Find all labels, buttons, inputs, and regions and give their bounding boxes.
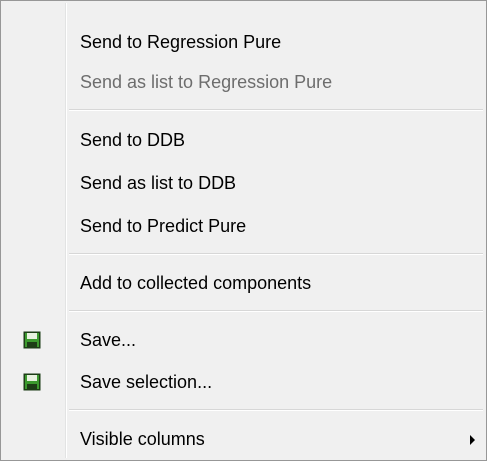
menu-item-save[interactable]: Save... xyxy=(4,322,483,358)
menu-separator xyxy=(69,409,483,411)
menu-separator xyxy=(69,109,483,111)
menu-item-label: Save selection... xyxy=(80,372,213,392)
menu-item-add-to-collected-components[interactable]: Add to collected components xyxy=(4,265,483,301)
menu-item-send-to-ddb[interactable]: Send to DDB xyxy=(4,122,483,158)
menu-item-label: Send to DDB xyxy=(80,130,186,150)
menu-item-save-selection[interactable]: Save selection... xyxy=(4,364,483,400)
context-menu: Send to Regression Pure Send as list to … xyxy=(0,0,487,461)
menu-separator xyxy=(69,310,483,312)
menu-item-label: Send to Regression Pure xyxy=(80,32,282,52)
menu-item-label: Send as list to DDB xyxy=(80,173,237,193)
menu-item-label: Send to Predict Pure xyxy=(80,216,247,236)
menu-item-send-to-regression-pure[interactable]: Send to Regression Pure xyxy=(4,24,483,60)
submenu-arrow-icon xyxy=(470,435,475,445)
menu-item-send-as-list-to-regression-pure: Send as list to Regression Pure xyxy=(4,64,483,100)
menu-item-label: Send as list to Regression Pure xyxy=(80,72,333,92)
menu-separator xyxy=(69,253,483,255)
menu-item-label: Visible columns xyxy=(80,429,205,449)
menu-item-send-to-predict-pure[interactable]: Send to Predict Pure xyxy=(4,208,483,244)
menu-item-label: Save... xyxy=(80,330,137,350)
menu-item-send-as-list-to-ddb[interactable]: Send as list to DDB xyxy=(4,165,483,201)
floppy-disk-icon xyxy=(23,331,41,349)
menu-item-label: Add to collected components xyxy=(80,273,312,293)
menu-item-visible-columns[interactable]: Visible columns xyxy=(4,421,483,457)
floppy-disk-icon xyxy=(23,373,41,391)
